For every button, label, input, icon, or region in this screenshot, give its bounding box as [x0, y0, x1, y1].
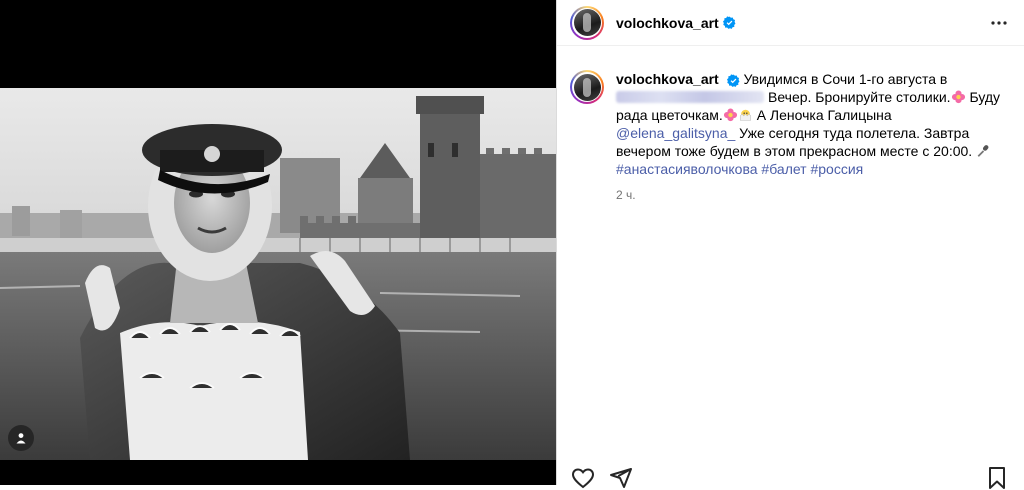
tagged-users-button[interactable] — [8, 425, 34, 451]
caption-avatar-border — [572, 72, 602, 102]
post-sidebar: volochkova_art volochkova_art Увидимся в… — [556, 0, 1024, 489]
avatar-image — [573, 9, 601, 36]
caption-text: volochkova_art Увидимся в Сочи 1-го авгу… — [616, 70, 1008, 204]
instagram-post-dialog: volochkova_art volochkova_art Увидимся в… — [0, 0, 1024, 489]
post-photo[interactable] — [0, 88, 556, 460]
more-options-button[interactable] — [989, 14, 1009, 32]
caption-avatar[interactable] — [570, 70, 604, 104]
hashtag-link[interactable]: #балет — [761, 161, 806, 177]
caption-avatar-image — [573, 73, 601, 101]
avatar-border — [572, 7, 602, 38]
caption-segment2: Вечер. Бронируйте столики. — [768, 89, 951, 105]
heart-icon[interactable] — [571, 466, 595, 490]
hashtag-link[interactable]: #анастасияволочкова — [616, 161, 758, 177]
hashtag-link[interactable]: #россия — [810, 161, 863, 177]
share-icon[interactable] — [609, 466, 633, 490]
avatar[interactable] — [570, 5, 604, 40]
blurred-venue-link[interactable] — [616, 91, 764, 103]
caption-body: volochkova_art Увидимся в Сочи 1-го авгу… — [616, 70, 1008, 178]
flower-emoji-icon — [951, 90, 965, 104]
flower-emoji-icon — [723, 108, 737, 122]
hatching-chick-emoji-icon — [739, 109, 751, 121]
caption-line1: Увидимся в Сочи 1-го августа в — [743, 71, 948, 87]
verified-badge-icon — [722, 16, 736, 29]
header-username[interactable]: volochkova_art — [616, 15, 719, 31]
verified-badge-icon — [726, 74, 740, 87]
more-options-icon — [991, 21, 1007, 25]
post-timestamp[interactable]: 2 ч. — [616, 186, 1008, 204]
mention-link[interactable]: @elena_galitsyna_ — [616, 125, 735, 141]
post-header: volochkova_art — [557, 0, 1024, 46]
caption-username[interactable]: volochkova_art — [616, 71, 719, 87]
user-tag-icon — [16, 433, 26, 444]
caption-segment4: А Леночка Галицына — [752, 107, 892, 123]
microphone-emoji-icon — [977, 145, 989, 157]
post-caption: volochkova_art Увидимся в Сочи 1-го авгу… — [570, 70, 1010, 204]
bookmark-icon[interactable] — [985, 466, 1009, 490]
post-media — [0, 0, 556, 485]
